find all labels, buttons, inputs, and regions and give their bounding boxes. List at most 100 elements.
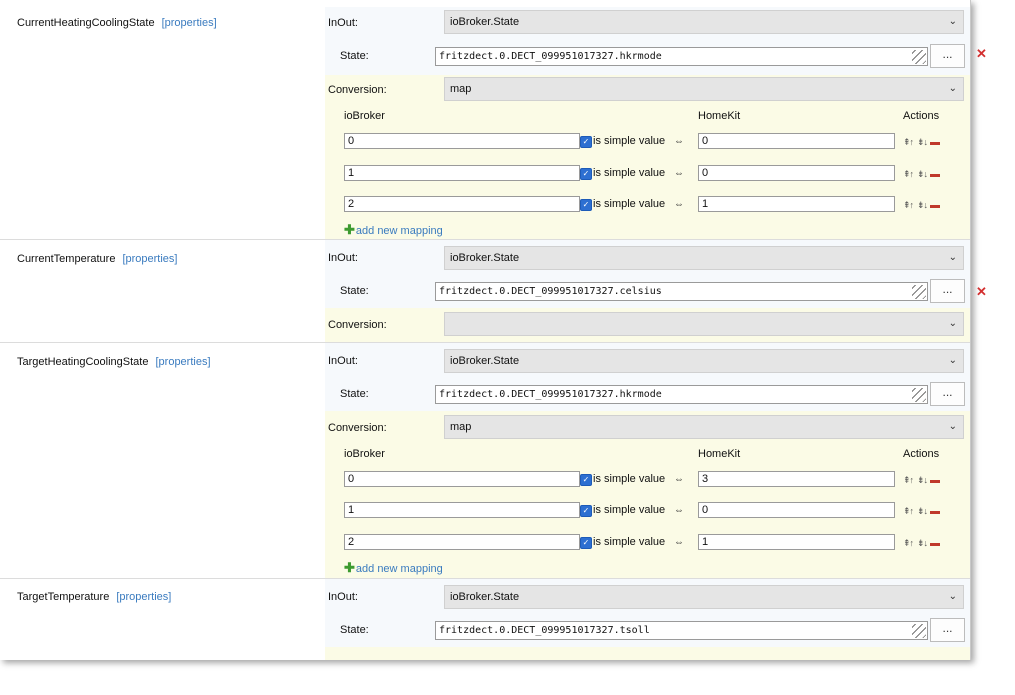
characteristic-name: TargetTemperature: [17, 591, 110, 603]
conversion-select[interactable]: map ⌄: [444, 77, 964, 101]
move-up-icon[interactable]: ⇞↑: [903, 169, 914, 180]
move-up-icon[interactable]: ⇞↑: [903, 200, 914, 211]
delete-mapping-icon[interactable]: [930, 205, 940, 208]
state-band: InOut: ioBroker.State ⌄ State: fritzdect…: [325, 7, 970, 75]
state-input[interactable]: fritzdect.0.DECT_099951017327.celsius: [435, 282, 928, 301]
inout-select[interactable]: ioBroker.State ⌄: [444, 349, 964, 373]
simple-value-checkbox[interactable]: ✓: [580, 537, 592, 549]
state-value: fritzdect.0.DECT_099951017327.hkrmode: [439, 51, 662, 62]
browse-state-button[interactable]: ...: [930, 618, 965, 642]
characteristic-row-target-heating-cooling-state: TargetHeatingCoolingState [properties] In…: [0, 343, 970, 579]
iobroker-value-input[interactable]: 1: [344, 165, 580, 181]
homekit-value-input[interactable]: 0: [698, 133, 895, 149]
simple-value-checkbox[interactable]: ✓: [580, 474, 592, 486]
move-down-icon[interactable]: ⇟↓: [917, 200, 928, 211]
characteristic-name: CurrentHeatingCoolingState: [17, 17, 155, 29]
move-up-icon[interactable]: ⇞↑: [903, 475, 914, 486]
inout-label: InOut:: [328, 591, 358, 603]
conversion-value: map: [450, 83, 472, 95]
bidirectional-arrow-icon: ⇔: [674, 136, 684, 147]
delete-mapping-icon[interactable]: [930, 480, 940, 483]
delete-mapping-icon[interactable]: [930, 543, 940, 546]
state-label: State:: [340, 388, 369, 400]
resize-grip-icon[interactable]: [912, 624, 926, 638]
conversion-select[interactable]: ⌄: [444, 312, 964, 336]
conversion-select[interactable]: map ⌄: [444, 415, 964, 439]
state-label: State:: [340, 624, 369, 636]
state-input[interactable]: fritzdect.0.DECT_099951017327.hkrmode: [435, 385, 928, 404]
homekit-column-header: HomeKit: [698, 448, 741, 460]
remove-icon[interactable]: ✕: [976, 46, 987, 62]
move-down-icon[interactable]: ⇟↓: [917, 137, 928, 148]
bidirectional-arrow-icon: ⇔: [674, 537, 684, 548]
simple-value-label: is simple value: [593, 135, 666, 147]
inout-value: ioBroker.State: [450, 355, 520, 367]
simple-value-checkbox[interactable]: ✓: [580, 199, 592, 211]
inout-value: ioBroker.State: [450, 252, 520, 264]
state-input[interactable]: fritzdect.0.DECT_099951017327.tsoll: [435, 621, 928, 640]
homekit-value-input[interactable]: 3: [698, 471, 895, 487]
move-down-icon[interactable]: ⇟↓: [917, 475, 928, 486]
simple-value-checkbox[interactable]: ✓: [580, 136, 592, 148]
simple-value-label: is simple value: [593, 198, 666, 210]
state-band: InOut: ioBroker.State ⌄ State: fritzdect…: [325, 579, 970, 647]
chevron-down-icon: ⌄: [948, 591, 957, 602]
chevron-down-icon: ⌄: [948, 355, 957, 366]
actions-column-header: Actions: [903, 110, 940, 122]
add-mapping-link[interactable]: ✚add new mapping: [344, 560, 443, 576]
iobroker-value-input[interactable]: 2: [344, 534, 580, 550]
add-mapping-link[interactable]: ✚add new mapping: [344, 222, 443, 238]
move-down-icon[interactable]: ⇟↓: [917, 169, 928, 180]
move-down-icon[interactable]: ⇟↓: [917, 538, 928, 549]
iobroker-value-input[interactable]: 0: [344, 133, 580, 149]
properties-link[interactable]: [properties]: [122, 253, 177, 265]
homekit-value-input[interactable]: 0: [698, 165, 895, 181]
simple-value-checkbox[interactable]: ✓: [580, 168, 592, 180]
iobroker-column-header: ioBroker: [344, 110, 385, 122]
delete-mapping-icon[interactable]: [930, 142, 940, 145]
delete-mapping-icon[interactable]: [930, 511, 940, 514]
browse-state-button[interactable]: ...: [930, 44, 965, 68]
conversion-band: Conversion: map ⌄ ioBroker HomeKit Actio…: [325, 411, 970, 578]
resize-grip-icon[interactable]: [912, 50, 926, 64]
properties-link[interactable]: [properties]: [162, 17, 217, 29]
properties-link[interactable]: [properties]: [155, 356, 210, 368]
remove-icon[interactable]: ✕: [976, 284, 987, 300]
iobroker-value-input[interactable]: 1: [344, 502, 580, 518]
move-down-icon[interactable]: ⇟↓: [917, 506, 928, 517]
resize-grip-icon[interactable]: [912, 388, 926, 402]
iobroker-value-input[interactable]: 2: [344, 196, 580, 212]
homekit-column-header: HomeKit: [698, 110, 741, 122]
inout-label: InOut:: [328, 252, 358, 264]
chevron-down-icon: ⌄: [948, 16, 957, 27]
browse-state-button[interactable]: ...: [930, 382, 965, 406]
state-value: fritzdect.0.DECT_099951017327.celsius: [439, 286, 662, 297]
characteristic-name-label: CurrentHeatingCoolingState [properties]: [17, 17, 217, 29]
browse-state-button[interactable]: ...: [930, 279, 965, 303]
homekit-value-input[interactable]: 0: [698, 502, 895, 518]
delete-mapping-icon[interactable]: [930, 174, 940, 177]
resize-grip-icon[interactable]: [912, 285, 926, 299]
plus-icon: ✚: [344, 222, 355, 237]
simple-value-label: is simple value: [593, 473, 666, 485]
homekit-value-input[interactable]: 1: [698, 196, 895, 212]
move-up-icon[interactable]: ⇞↑: [903, 538, 914, 549]
move-up-icon[interactable]: ⇞↑: [903, 137, 914, 148]
bidirectional-arrow-icon: ⇔: [674, 168, 684, 179]
inout-select[interactable]: ioBroker.State ⌄: [444, 585, 964, 609]
homekit-value-input[interactable]: 1: [698, 534, 895, 550]
conversion-band: Conversion: ⌄: [325, 308, 970, 342]
bidirectional-arrow-icon: ⇔: [674, 199, 684, 210]
inout-select[interactable]: ioBroker.State ⌄: [444, 246, 964, 270]
plus-icon: ✚: [344, 560, 355, 575]
simple-value-checkbox[interactable]: ✓: [580, 505, 592, 517]
iobroker-value-input[interactable]: 0: [344, 471, 580, 487]
inout-value: ioBroker.State: [450, 591, 520, 603]
state-input[interactable]: fritzdect.0.DECT_099951017327.hkrmode: [435, 47, 928, 66]
inout-select[interactable]: ioBroker.State ⌄: [444, 10, 964, 34]
move-up-icon[interactable]: ⇞↑: [903, 506, 914, 517]
characteristic-name-label: TargetTemperature [properties]: [17, 591, 171, 603]
state-value: fritzdect.0.DECT_099951017327.hkrmode: [439, 389, 662, 400]
characteristic-name-label: TargetHeatingCoolingState [properties]: [17, 356, 211, 368]
properties-link[interactable]: [properties]: [116, 591, 171, 603]
